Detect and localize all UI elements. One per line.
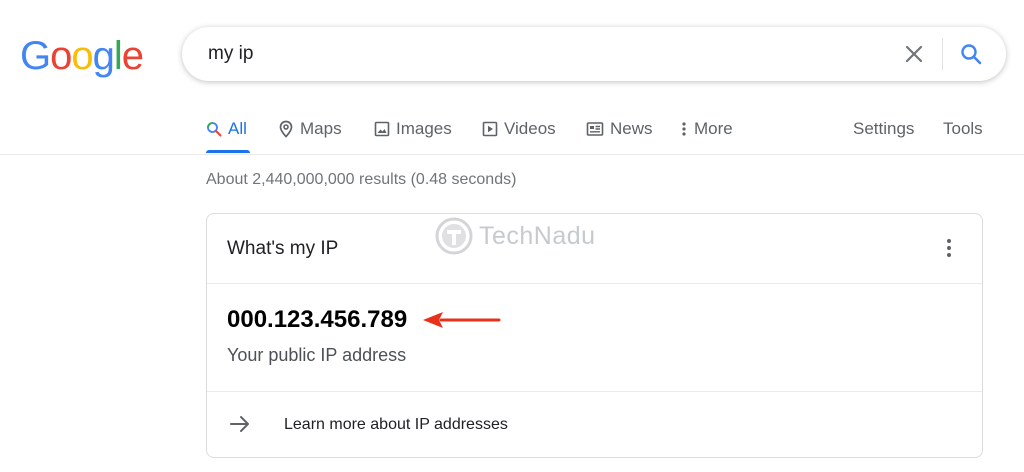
tab-videos[interactable]: Videos [482,118,556,140]
map-pin-icon [279,120,293,138]
result-stats: About 2,440,000,000 results (0.48 second… [206,171,517,188]
newspaper-icon [586,122,604,136]
tab-label: Maps [300,119,342,138]
google-logo[interactable]: Google [20,34,144,78]
watermark-text: TechNadu [479,221,596,250]
search-box [182,27,1006,81]
technadu-logo-icon [435,217,473,255]
tab-label: All [228,119,247,138]
more-vertical-icon [947,239,951,257]
tab-news[interactable]: News [586,118,653,140]
clear-search-button[interactable] [900,40,928,68]
card-menu-button[interactable] [937,234,961,262]
more-vertical-icon [682,122,686,136]
tab-label: More [694,119,733,138]
logo-letter: l [113,34,123,78]
tools-link[interactable]: Tools [943,118,983,140]
tab-label: Images [396,119,452,138]
tab-more[interactable]: More [680,118,733,140]
arrow-right-icon [230,416,249,432]
logo-letter: G [20,34,51,78]
logo-letter: o [71,34,93,78]
logo-letter: g [92,34,115,78]
search-divider [942,38,943,70]
tab-maps[interactable]: Maps [278,118,342,140]
play-icon [482,121,498,137]
tab-all[interactable]: All [206,118,247,140]
search-button[interactable] [956,40,986,68]
logo-letter: o [50,34,72,78]
tab-label: News [610,119,653,138]
tab-label: Videos [504,119,556,138]
logo-letter: e [121,34,144,78]
learn-more-link[interactable]: Learn more about IP addresses [207,392,982,458]
search-icon [961,44,982,65]
settings-link[interactable]: Settings [853,118,914,140]
search-input[interactable] [208,41,888,67]
learn-more-label: Learn more about IP addresses [284,416,508,433]
image-icon [374,121,390,137]
tabs-divider [0,154,1024,155]
whats-my-ip-card: What's my IP TechNadu 000.123.456.789 Yo… [206,213,983,458]
card-divider [207,283,982,284]
search-tabs: All Maps Images Videos News More Setting… [0,110,1024,154]
red-arrow-annotation [423,312,501,328]
technadu-watermark: TechNadu [435,217,596,255]
search-icon [207,122,222,137]
close-icon [905,45,923,63]
active-tab-indicator [206,150,250,153]
card-title: What's my IP [227,238,339,259]
ip-caption: Your public IP address [227,345,407,365]
tab-images[interactable]: Images [374,118,452,140]
ip-address-value: 000.123.456.789 [227,306,408,333]
